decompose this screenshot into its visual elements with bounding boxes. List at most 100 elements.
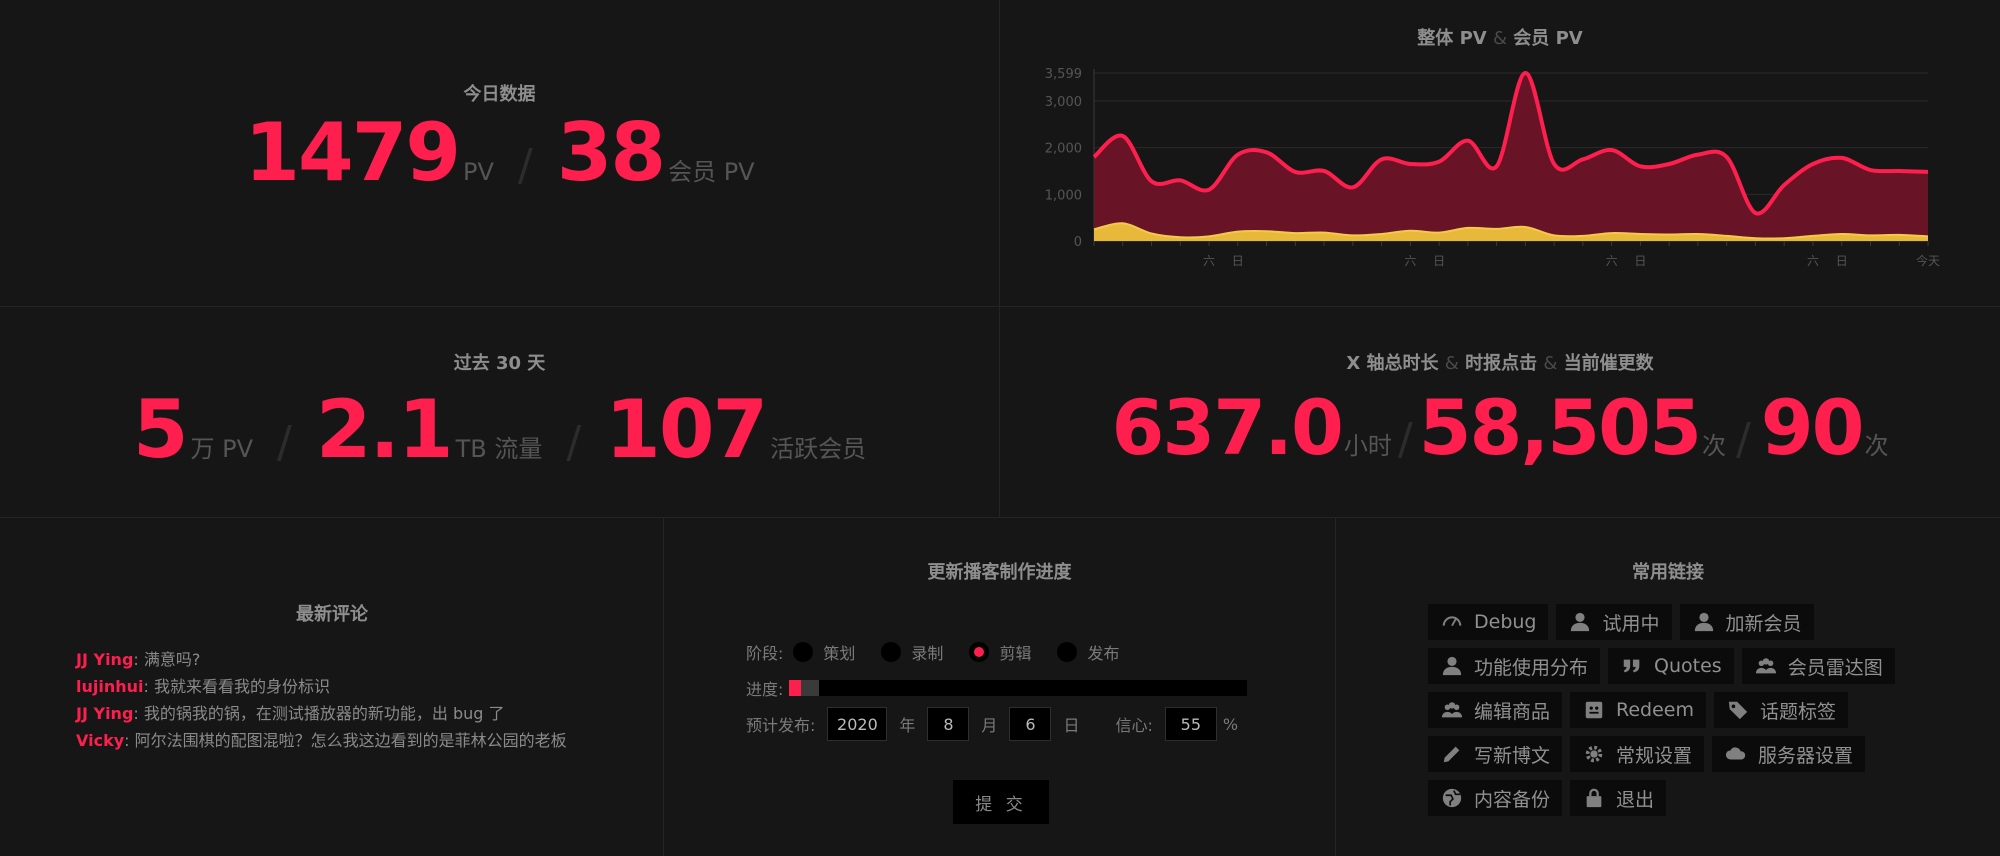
links-row: 功能使用分布 Quotes 会员雷达图: [1428, 648, 1928, 684]
confidence-unit: %: [1222, 714, 1239, 734]
xstats-title-amp: &: [1543, 353, 1558, 374]
xstats-panel: X 轴总时长 & 时报点击 & 当前催更数 637.0 小时 / 58,505 …: [1000, 307, 2000, 518]
y-tick-label: 3,599: [1045, 67, 1082, 82]
link-label: 功能使用分布: [1474, 656, 1589, 679]
link-button[interactable]: 常规设置: [1570, 736, 1705, 772]
links-row: 写新博文 常规设置 服务器设置: [1428, 736, 1928, 772]
link-button[interactable]: 话题标签: [1714, 692, 1849, 728]
publish-row: 预计发布: 年 月 日 信心: %: [746, 707, 1238, 741]
comment-author[interactable]: lujinhui: [76, 677, 144, 696]
pv-area: [1094, 72, 1928, 241]
month-input[interactable]: [927, 707, 970, 741]
today-member-pv-value: 38: [556, 106, 666, 199]
day-input[interactable]: [1009, 707, 1052, 741]
xstats-clicks-value: 58,505: [1418, 383, 1702, 472]
links-row: 内容备份 退出: [1428, 780, 1928, 816]
links-row: Debug 试用中 加新会员: [1428, 604, 1928, 640]
link-label: 退出: [1616, 788, 1655, 811]
link-label: 常规设置: [1616, 744, 1693, 767]
progress-title: 更新播客制作进度: [927, 562, 1072, 583]
stage-row: 阶段: 策划 录制 剪辑 发布: [746, 640, 1145, 664]
comment-author[interactable]: JJ Ying: [76, 704, 133, 723]
link-button[interactable]: 功能使用分布: [1428, 648, 1601, 684]
pv-area-chart: 0 1,000 2,000 3,000 3,599 六 日 六 日 六 日 六 日 今天: [1045, 67, 1940, 268]
submit-button[interactable]: 提 交: [953, 780, 1049, 824]
link-label: 内容备份: [1474, 788, 1551, 811]
progress-label: 进度:: [746, 680, 784, 699]
users-icon: [1440, 699, 1464, 721]
separator: /: [1397, 414, 1413, 465]
comment-item: Vicky: 阿尔法围棋的配图混啦？怎么我这边看到的是菲林公园的老板: [76, 727, 606, 754]
cloud-icon: [1724, 743, 1748, 765]
x-tick-label: 六: [1404, 254, 1416, 268]
user-icon: [1692, 611, 1716, 633]
confidence-label: 信心:: [1115, 716, 1153, 735]
link-label: Redeem: [1616, 699, 1695, 721]
link-button[interactable]: 退出: [1570, 780, 1667, 816]
last30-title: 过去 30 天: [453, 353, 546, 374]
x-tick-label: 六: [1606, 254, 1618, 268]
publish-label: 预计发布:: [746, 716, 816, 735]
radio-dot[interactable]: [1057, 642, 1078, 662]
link-button[interactable]: 写新博文: [1428, 736, 1563, 772]
quote-icon: [1620, 655, 1644, 677]
progress-buffer: [800, 680, 820, 696]
comment-author[interactable]: Vicky: [76, 731, 124, 750]
today-stats: 1479 PV / 38 会员 PV: [0, 106, 999, 199]
last30-active-value: 107: [605, 383, 768, 476]
radio-dot-selected[interactable]: [969, 642, 990, 662]
today-panel: 今日数据 1479 PV / 38 会员 PV: [0, 0, 1000, 307]
stage-label-text: 策划: [823, 644, 856, 663]
today-pv-value: 1479: [244, 106, 461, 199]
progress-bar[interactable]: [789, 680, 1248, 696]
link-button[interactable]: 加新会员: [1679, 604, 1814, 640]
stage-radio-record[interactable]: 录制: [881, 640, 943, 664]
today-title: 今日数据: [463, 84, 536, 105]
links-row: 编辑商品 Redeem 话题标签: [1428, 692, 1928, 728]
link-button[interactable]: 内容备份: [1428, 780, 1563, 816]
link-button[interactable]: 编辑商品: [1428, 692, 1563, 728]
link-button[interactable]: 会员雷达图: [1741, 648, 1895, 684]
xstats-clicks-unit: 次: [1701, 432, 1726, 460]
radio-dot[interactable]: [881, 642, 902, 662]
xstats-duration-value: 637.0: [1111, 383, 1343, 472]
xstats-urges-value: 90: [1760, 383, 1865, 472]
user-icon: [1440, 655, 1464, 677]
comment-item: lujinhui: 我就来看看我的身份标识: [76, 673, 606, 700]
month-unit: 月: [981, 716, 998, 735]
comment-text: : 我的锅我的锅，在测试播放器的新功能，出 bug 了: [133, 704, 505, 723]
x-tick-label: 日: [1232, 254, 1244, 268]
link-label: 话题标签: [1760, 700, 1837, 723]
link-button[interactable]: Debug: [1428, 604, 1549, 640]
x-tick-label: 日: [1433, 254, 1445, 268]
x-tick-label: 六: [1807, 254, 1819, 268]
y-tick-label: 2,000: [1045, 142, 1082, 157]
stage-radio-publish[interactable]: 发布: [1057, 640, 1119, 664]
comment-text: : 阿尔法围棋的配图混啦？怎么我这边看到的是菲林公园的老板: [124, 731, 567, 750]
link-button[interactable]: 试用中: [1556, 604, 1672, 640]
stage-label-text: 录制: [911, 644, 944, 663]
year-input[interactable]: [827, 707, 888, 741]
separator: /: [517, 140, 533, 191]
today-member-pv-unit: 会员 PV: [668, 158, 755, 186]
comments-panel: 最新评论 JJ Ying: 满意吗? lujinhui: 我就来看看我的身份标识…: [0, 518, 664, 856]
link-button[interactable]: 服务器设置: [1712, 736, 1866, 772]
stage-label: 阶段:: [746, 644, 784, 663]
separator: /: [1735, 414, 1751, 465]
year-unit: 年: [899, 716, 916, 735]
separator: /: [566, 417, 582, 468]
last30-panel: 过去 30 天 5 万 PV / 2.1 TB 流量 / 107 活跃会员: [0, 307, 1000, 518]
comment-author[interactable]: JJ Ying: [76, 650, 133, 669]
link-label: 试用中: [1602, 612, 1660, 635]
link-label: 服务器设置: [1758, 744, 1854, 767]
xstats-duration-unit: 小时: [1343, 432, 1392, 460]
stage-radio-plan[interactable]: 策划: [793, 640, 855, 664]
link-button[interactable]: Quotes: [1608, 648, 1734, 684]
pencil-icon: [1440, 743, 1464, 765]
globe-icon: [1440, 787, 1464, 809]
stage-radio-edit[interactable]: 剪辑: [969, 640, 1031, 664]
confidence-input[interactable]: [1164, 707, 1217, 741]
radio-dot[interactable]: [793, 642, 814, 662]
comments-list: JJ Ying: 满意吗? lujinhui: 我就来看看我的身份标识 JJ Y…: [76, 646, 606, 754]
link-button[interactable]: Redeem: [1570, 692, 1707, 728]
